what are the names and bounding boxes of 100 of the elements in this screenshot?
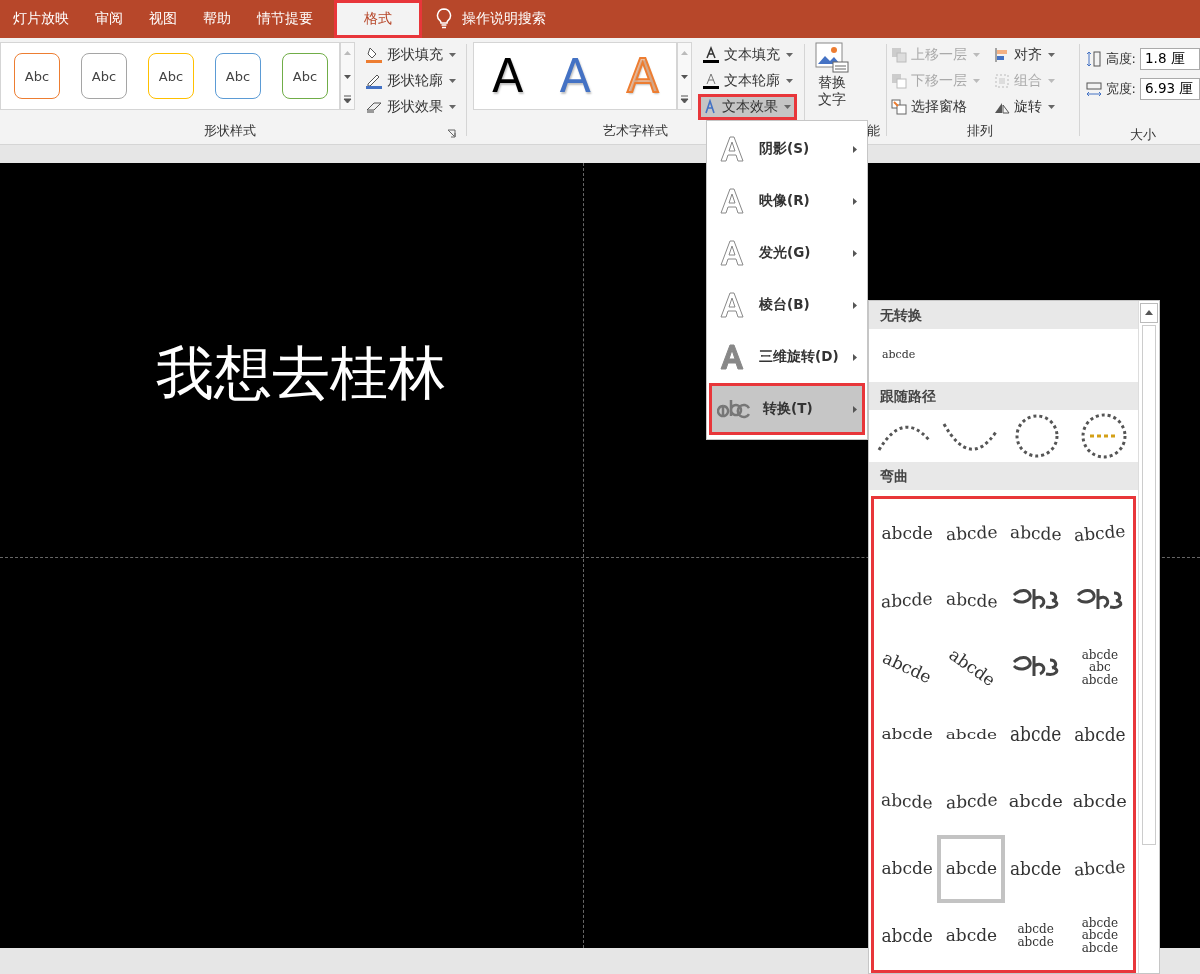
submenu-arrow-icon (853, 145, 857, 153)
transform-option[interactable]: abcde abcde abcde (1078, 910, 1122, 961)
paint-bucket-icon (365, 46, 383, 64)
transform-option[interactable]: abcde (1071, 786, 1129, 817)
ribbon-tab[interactable]: 帮助 (190, 0, 244, 38)
size-input[interactable]: 1.8 厘 (1140, 48, 1200, 70)
shadow-letter-icon (717, 134, 747, 164)
ribbon-command[interactable]: 形状填充 (361, 42, 460, 68)
transform-option[interactable]: abcde (1071, 518, 1129, 549)
wordart-preset[interactable]: A (559, 53, 591, 99)
menu-item[interactable]: 阴影(S) (709, 123, 865, 175)
ribbon-tab[interactable]: 审阅 (82, 0, 136, 38)
wordart-preset[interactable]: A (492, 53, 524, 99)
layers-icon (891, 73, 908, 89)
shape-style-preset[interactable]: Abc (81, 53, 127, 99)
bevel-letter-icon (717, 290, 747, 320)
transform-option[interactable]: abcde abc abcde (1078, 642, 1122, 693)
caret-icon (1048, 79, 1056, 83)
submenu-arrow-icon (853, 405, 857, 413)
shape-style-preset[interactable]: Abc (14, 53, 60, 99)
reflection-letter-icon (717, 186, 747, 216)
caret-icon (973, 79, 981, 83)
text-outline-icon (702, 72, 720, 90)
shape-style-preset[interactable]: Abc (215, 53, 261, 99)
caret-icon (1048, 105, 1056, 109)
ribbon-tab[interactable]: 视图 (136, 0, 190, 38)
width-icon (1085, 81, 1102, 97)
ribbon-command[interactable]: 旋转 (990, 94, 1060, 120)
transform-option[interactable]: abcde (942, 920, 1001, 951)
transform-option[interactable]: abcde (1006, 786, 1065, 817)
transform-option[interactable]: abcde (878, 518, 936, 549)
selection-pane-icon (891, 99, 908, 115)
slide-text[interactable]: 我想去桂林 (156, 335, 446, 413)
ribbon-tab[interactable]: 情节提要 (244, 0, 326, 38)
caret-icon (784, 105, 791, 109)
transform-option[interactable]: abcde (878, 920, 936, 951)
field-label: 宽度: (1105, 80, 1136, 98)
caret-icon (973, 53, 981, 57)
transform-option[interactable]: abcde (879, 343, 919, 367)
shape-style-preset[interactable]: Abc (148, 53, 194, 99)
rotation-letter-icon (717, 342, 747, 372)
transform-option[interactable]: abcde (878, 786, 936, 817)
group-label: 艺术字样式 (603, 122, 669, 140)
transform-option[interactable]: abcde (1006, 853, 1065, 884)
menu-item[interactable]: 转换(T) (709, 383, 865, 435)
size-input[interactable]: 6.93 厘 (1140, 78, 1200, 100)
ribbon-tab[interactable]: 格式 (334, 0, 422, 38)
section-header: 无转换 (869, 301, 1138, 329)
transform-option[interactable]: abcde (1071, 719, 1129, 750)
lightbulb-icon[interactable] (436, 8, 452, 30)
group-label: 排列 (966, 122, 993, 140)
layers-icon (891, 47, 908, 63)
transform-option[interactable]: abcde (942, 518, 1001, 549)
caret-icon (786, 79, 793, 83)
ribbon-tab[interactable]: 灯片放映 (0, 0, 82, 38)
transform-option[interactable]: abcde abcde (1014, 916, 1057, 955)
alt-text-button[interactable]: 替换 文字 (811, 42, 854, 108)
gallery-scroll-buttons[interactable] (677, 42, 692, 110)
picture-icon (815, 42, 850, 74)
glow-letter-icon (717, 238, 747, 268)
ribbon-command[interactable]: 文本效果 (698, 94, 797, 120)
caret-icon (1048, 53, 1056, 57)
transform-option[interactable]: abcde (939, 836, 1004, 901)
dialog-launcher-icon[interactable] (447, 129, 456, 138)
menu-item[interactable]: 映像(R) (709, 175, 865, 227)
menu-item[interactable]: 棱台(B) (709, 279, 865, 331)
scrollbar[interactable] (1138, 301, 1159, 973)
transform-option[interactable]: abcde (878, 719, 936, 750)
ribbon-command[interactable]: 对齐 (990, 42, 1060, 68)
caret-icon (449, 79, 456, 83)
transform-option[interactable]: abcde (942, 719, 1001, 750)
tell-me-search[interactable]: 操作说明搜索 (462, 10, 546, 28)
caret-icon (449, 53, 456, 57)
submenu-arrow-icon (853, 197, 857, 205)
pencil-icon (365, 72, 383, 90)
group-icon (994, 73, 1011, 89)
section-header: 跟随路径 (869, 381, 1138, 410)
ribbon-command[interactable]: 文本填充 (698, 42, 797, 68)
transform-option[interactable]: abcde (942, 786, 1001, 817)
text-fill-icon (702, 46, 720, 64)
ribbon-command[interactable]: 形状效果 (361, 94, 460, 120)
transform-option[interactable]: abcde (942, 585, 1001, 616)
ribbon-command[interactable]: 形状轮廓 (361, 68, 460, 94)
section-header: 弯曲 (869, 462, 1138, 490)
group-label: 能 (867, 122, 881, 140)
ribbon-command[interactable]: 选择窗格 (887, 94, 985, 120)
transform-option[interactable]: abcde (1071, 853, 1129, 884)
transform-option[interactable]: abcde (1006, 518, 1065, 549)
transform-option[interactable]: abcde (878, 853, 936, 884)
ribbon-command[interactable]: 文本轮廓 (698, 68, 797, 94)
submenu-arrow-icon (853, 301, 857, 309)
transform-option[interactable]: abcde (1006, 719, 1065, 750)
submenu-arrow-icon (853, 249, 857, 257)
text-effect-icon (702, 99, 718, 115)
shape-style-preset[interactable]: Abc (282, 53, 328, 99)
menu-item[interactable]: 三维旋转(D) (709, 331, 865, 383)
gallery-scroll-buttons[interactable] (340, 42, 355, 110)
menu-item[interactable]: 发光(G) (709, 227, 865, 279)
transform-option[interactable]: abcde (878, 585, 936, 616)
group-label: 大小 (1129, 126, 1156, 144)
